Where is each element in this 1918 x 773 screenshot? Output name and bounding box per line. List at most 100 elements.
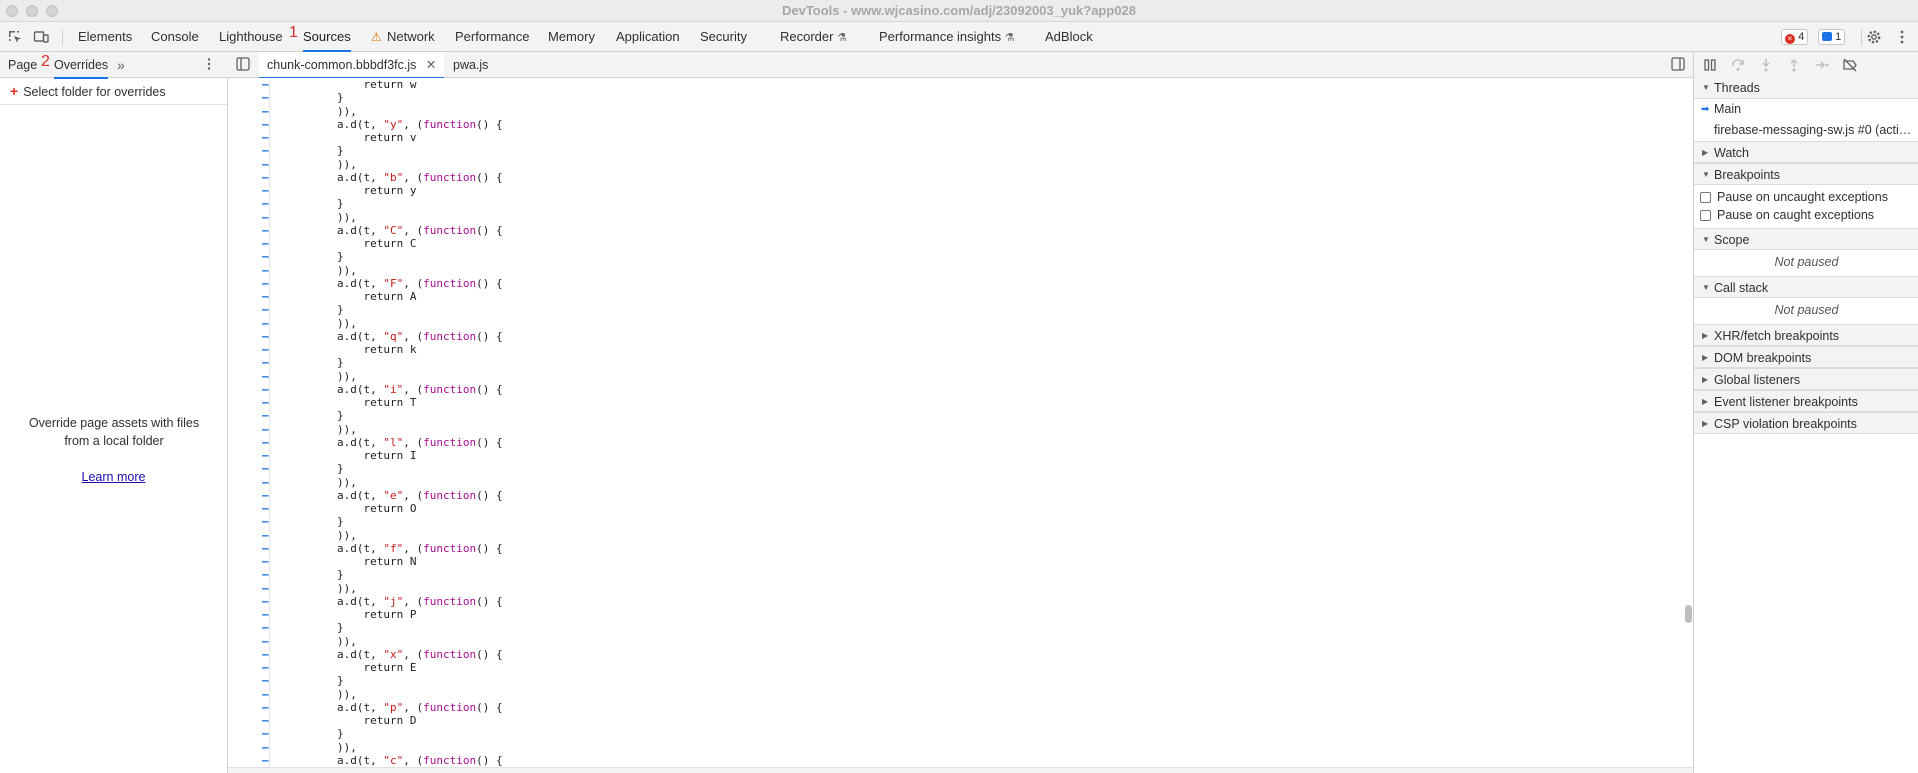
line-marker-icon[interactable]: – bbox=[262, 688, 270, 701]
gear-icon[interactable] bbox=[1865, 28, 1883, 46]
section-event-listener-breakpoints[interactable]: ▶ Event listener breakpoints bbox=[1694, 390, 1918, 412]
tab-lighthouse[interactable]: Lighthouse bbox=[219, 22, 283, 52]
code-line[interactable]: – } bbox=[228, 303, 1648, 316]
code-line[interactable]: – )), bbox=[228, 635, 1648, 648]
scrollbar-thumb[interactable] bbox=[1685, 605, 1692, 623]
code-line[interactable]: – a.d(t, "c", (function() { bbox=[228, 754, 1648, 767]
line-marker-icon[interactable]: – bbox=[262, 317, 270, 330]
code-line[interactable]: – a.d(t, "l", (function() { bbox=[228, 436, 1648, 449]
code-line[interactable]: – a.d(t, "F", (function() { bbox=[228, 277, 1648, 290]
code-line[interactable]: – return y bbox=[228, 184, 1648, 197]
line-marker-icon[interactable]: – bbox=[262, 595, 270, 608]
line-marker-icon[interactable]: – bbox=[262, 396, 270, 409]
code-line[interactable]: – return N bbox=[228, 555, 1648, 568]
line-marker-icon[interactable]: – bbox=[262, 423, 270, 436]
code-line[interactable]: – )), bbox=[228, 529, 1648, 542]
code-line[interactable]: – )), bbox=[228, 688, 1648, 701]
line-marker-icon[interactable]: – bbox=[262, 144, 270, 157]
line-marker-icon[interactable]: – bbox=[262, 741, 270, 754]
more-options-icon[interactable] bbox=[1893, 28, 1911, 46]
navigator-more-options-icon[interactable] bbox=[206, 52, 212, 78]
line-marker-icon[interactable]: – bbox=[262, 476, 270, 489]
line-marker-icon[interactable]: – bbox=[262, 568, 270, 581]
line-marker-icon[interactable]: – bbox=[262, 303, 270, 316]
pause-on-uncaught-checkbox[interactable] bbox=[1700, 192, 1711, 203]
code-line[interactable]: – } bbox=[228, 197, 1648, 210]
section-global-listeners[interactable]: ▶ Global listeners bbox=[1694, 368, 1918, 390]
line-marker-icon[interactable]: – bbox=[262, 356, 270, 369]
editor-tab-pwa[interactable]: pwa.js bbox=[445, 52, 496, 78]
line-marker-icon[interactable]: – bbox=[262, 158, 270, 171]
code-line[interactable]: – } bbox=[228, 727, 1648, 740]
tab-page[interactable]: Page bbox=[8, 52, 37, 78]
code-line[interactable]: – } bbox=[228, 621, 1648, 634]
close-tab-icon[interactable]: ✕ bbox=[426, 58, 436, 72]
code-line[interactable]: – } bbox=[228, 568, 1648, 581]
line-marker-icon[interactable]: – bbox=[262, 436, 270, 449]
messages-badge[interactable]: 1 bbox=[1818, 29, 1846, 45]
editor-tab-chunk-common[interactable]: chunk-common.bbbdf3fc.js ✕ bbox=[259, 52, 445, 79]
code-line[interactable]: – } bbox=[228, 515, 1648, 528]
learn-more-link[interactable]: Learn more bbox=[0, 470, 227, 484]
line-marker-icon[interactable]: – bbox=[262, 555, 270, 568]
line-marker-icon[interactable]: – bbox=[262, 661, 270, 674]
code-line[interactable]: – )), bbox=[228, 264, 1648, 277]
code-line[interactable]: – return T bbox=[228, 396, 1648, 409]
code-line[interactable]: – a.d(t, "f", (function() { bbox=[228, 542, 1648, 555]
tab-adblock[interactable]: AdBlock bbox=[1045, 22, 1093, 52]
line-marker-icon[interactable]: – bbox=[262, 674, 270, 687]
code-line[interactable]: – return A bbox=[228, 290, 1648, 303]
code-line[interactable]: – )), bbox=[228, 317, 1648, 330]
line-marker-icon[interactable]: – bbox=[262, 330, 270, 343]
line-marker-icon[interactable]: – bbox=[262, 383, 270, 396]
code-line[interactable]: – return v bbox=[228, 131, 1648, 144]
code-line[interactable]: – } bbox=[228, 91, 1648, 104]
section-threads[interactable]: ▼ Threads bbox=[1694, 77, 1918, 99]
line-marker-icon[interactable]: – bbox=[262, 648, 270, 661]
line-marker-icon[interactable]: – bbox=[262, 237, 270, 250]
code-line[interactable]: – )), bbox=[228, 476, 1648, 489]
tab-overrides[interactable]: Overrides bbox=[54, 52, 109, 79]
tab-network[interactable]: ⚠ Network bbox=[371, 22, 435, 52]
code-line[interactable]: – a.d(t, "C", (function() { bbox=[228, 224, 1648, 237]
code-line[interactable]: – a.d(t, "b", (function() { bbox=[228, 171, 1648, 184]
code-line[interactable]: – } bbox=[228, 356, 1648, 369]
line-marker-icon[interactable]: – bbox=[262, 118, 270, 131]
thread-main[interactable]: ➡ Main bbox=[1694, 99, 1918, 120]
device-toolbar-icon[interactable] bbox=[32, 28, 50, 46]
errors-badge[interactable]: × 4 bbox=[1781, 29, 1809, 45]
line-marker-icon[interactable]: – bbox=[262, 78, 270, 91]
pause-on-caught-checkbox[interactable] bbox=[1700, 210, 1711, 221]
line-marker-icon[interactable]: – bbox=[262, 105, 270, 118]
line-marker-icon[interactable]: – bbox=[262, 290, 270, 303]
inspect-element-icon[interactable] bbox=[6, 28, 24, 46]
line-marker-icon[interactable]: – bbox=[262, 608, 270, 621]
code-line[interactable]: – return C bbox=[228, 237, 1648, 250]
thread-firebase-messaging[interactable]: firebase-messaging-sw.js #0 (acti… bbox=[1694, 120, 1918, 141]
tab-security[interactable]: Security bbox=[700, 22, 747, 52]
tab-recorder[interactable]: Recorder ⚗ bbox=[780, 22, 847, 52]
code-line[interactable]: – return E bbox=[228, 661, 1648, 674]
code-line[interactable]: – a.d(t, "y", (function() { bbox=[228, 118, 1648, 131]
line-marker-icon[interactable]: – bbox=[262, 621, 270, 634]
line-marker-icon[interactable]: – bbox=[262, 277, 270, 290]
section-call-stack[interactable]: ▼ Call stack bbox=[1694, 276, 1918, 298]
step-icon[interactable] bbox=[1814, 57, 1830, 73]
code-line[interactable]: – } bbox=[228, 409, 1648, 422]
deactivate-breakpoints-icon[interactable] bbox=[1842, 57, 1858, 73]
section-scope[interactable]: ▼ Scope bbox=[1694, 228, 1918, 250]
line-marker-icon[interactable]: – bbox=[262, 635, 270, 648]
line-marker-icon[interactable]: – bbox=[262, 250, 270, 263]
tab-elements[interactable]: Elements bbox=[78, 22, 132, 52]
code-line[interactable]: – )), bbox=[228, 105, 1648, 118]
code-line[interactable]: – return O bbox=[228, 502, 1648, 515]
section-csp-violation-breakpoints[interactable]: ▶ CSP violation breakpoints bbox=[1694, 412, 1918, 434]
code-line[interactable]: – a.d(t, "j", (function() { bbox=[228, 595, 1648, 608]
code-line[interactable]: – } bbox=[228, 144, 1648, 157]
pause-on-caught-option[interactable]: Pause on caught exceptions bbox=[1694, 205, 1918, 226]
toggle-navigator-icon[interactable] bbox=[236, 57, 250, 73]
code-line[interactable]: – )), bbox=[228, 582, 1648, 595]
line-marker-icon[interactable]: – bbox=[262, 582, 270, 595]
code-line[interactable]: – return I bbox=[228, 449, 1648, 462]
code-line[interactable]: – )), bbox=[228, 423, 1648, 436]
